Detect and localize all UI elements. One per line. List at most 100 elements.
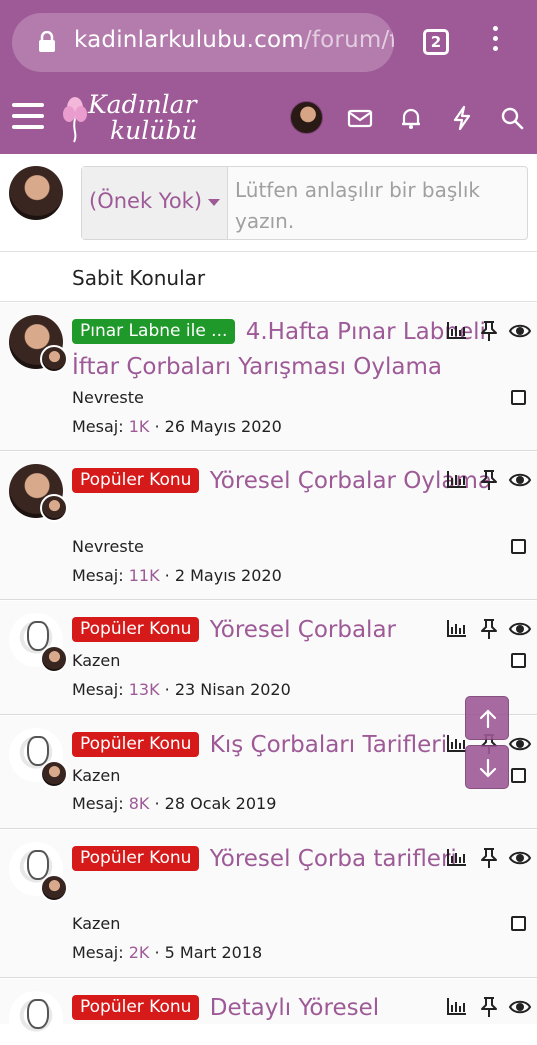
thread-meta: Mesaj: 2K · 5 Mart 2018 xyxy=(72,943,263,962)
mail-icon[interactable] xyxy=(347,105,373,131)
eye-icon xyxy=(508,1000,532,1014)
thread-title-text[interactable]: Kış Çorbaları Tarifleri xyxy=(210,732,447,758)
logo-text-line1: Kadınlar xyxy=(88,90,197,119)
scroll-top-button[interactable] xyxy=(465,696,509,740)
menu-icon[interactable] xyxy=(12,103,44,133)
thread-author[interactable]: Kazen xyxy=(72,914,120,933)
meta-label: Mesaj: xyxy=(72,943,124,962)
thread-meta: Mesaj: 13K · 23 Nisan 2020 xyxy=(72,680,291,699)
chevron-down-icon xyxy=(208,199,220,206)
meta-label: Mesaj: xyxy=(72,566,124,585)
sticky-threads-label: Sabit Konular xyxy=(72,266,206,290)
thread-prefix-badge[interactable]: Popüler Konu xyxy=(72,468,200,493)
thread-date[interactable]: 2 Mayıs 2020 xyxy=(175,566,282,585)
thread-meta: Mesaj: 8K · 28 Ocak 2019 xyxy=(72,794,277,813)
prefix-select-label: (Önek Yok) xyxy=(89,189,203,213)
thread-status-icons xyxy=(446,847,532,869)
thread-row[interactable]: Popüler Konu Kış Çorbaları Tarifleri Kaz… xyxy=(0,716,537,829)
thread-date[interactable]: 23 Nisan 2020 xyxy=(175,680,291,699)
reply-count: 8K xyxy=(128,794,150,813)
logo-flower-icon xyxy=(63,97,87,143)
select-checkbox[interactable] xyxy=(511,653,526,668)
thread-row[interactable]: Popüler Konu Yöresel Çorba tarifleri Kaz… xyxy=(0,830,537,978)
thread-prefix-badge[interactable]: Popüler Konu xyxy=(72,995,200,1020)
last-poster-avatar[interactable] xyxy=(40,494,68,522)
prefix-select[interactable]: (Önek Yok) xyxy=(82,167,228,239)
meta-label: Mesaj: xyxy=(72,794,124,813)
thread-author[interactable]: Kazen xyxy=(72,651,120,670)
last-poster-avatar[interactable] xyxy=(40,760,68,788)
tab-switcher-button[interactable]: 2 xyxy=(423,29,449,55)
last-poster-avatar[interactable] xyxy=(40,874,68,902)
last-poster-avatar[interactable] xyxy=(40,645,68,673)
thread-row[interactable]: Popüler Konu Yöresel Çorbalar Kazen Mesa… xyxy=(0,601,537,715)
thread-date[interactable]: 28 Ocak 2019 xyxy=(165,794,277,813)
url-host: kadinlarkulubu.com xyxy=(74,27,304,53)
sticky-threads-header: Sabit Konular xyxy=(0,252,537,302)
chart-icon xyxy=(447,998,466,1015)
eye-icon xyxy=(508,851,532,865)
eye-icon xyxy=(508,737,532,751)
thread-date[interactable]: 5 Mart 2018 xyxy=(165,943,263,962)
thread-status-icons xyxy=(446,618,532,640)
thread-title-text[interactable]: Detaylı Yöresel xyxy=(210,995,379,1021)
meta-label: Mesaj: xyxy=(72,680,124,699)
thread-date[interactable]: 26 Mayıs 2020 xyxy=(165,417,282,436)
eye-icon xyxy=(508,324,532,338)
bell-icon[interactable] xyxy=(398,105,424,131)
lightning-icon[interactable] xyxy=(449,105,475,131)
thread-title-input[interactable]: Lütfen anlaşılır bir başlık yazın. xyxy=(235,175,520,237)
lock-icon xyxy=(39,31,55,52)
thread-author[interactable]: Nevreste xyxy=(72,388,144,407)
thread-author[interactable]: Nevreste xyxy=(72,537,144,556)
thread-status-icons xyxy=(446,996,532,1018)
search-icon[interactable] xyxy=(499,105,525,131)
user-avatar[interactable] xyxy=(290,101,323,134)
thread-row[interactable]: Pınar Labne ile ... 4.Hafta Pınar Labnel… xyxy=(0,303,537,451)
pin-icon xyxy=(481,619,497,639)
thread-author[interactable]: Kazen xyxy=(72,766,120,785)
eye-icon xyxy=(508,622,532,636)
pin-icon xyxy=(481,997,497,1017)
meta-label: Mesaj: xyxy=(72,417,124,436)
chart-icon xyxy=(447,620,466,637)
thread-status-icons xyxy=(446,469,532,491)
pin-icon xyxy=(481,321,497,341)
site-logo[interactable]: Kadınlar kulübü xyxy=(60,90,210,150)
avatar xyxy=(9,166,63,220)
arrow-down-icon xyxy=(479,758,497,778)
thread-starter-avatar[interactable] xyxy=(9,991,63,1045)
select-checkbox[interactable] xyxy=(511,539,526,554)
thread-title-box: (Önek Yok) Lütfen anlaşılır bir başlık y… xyxy=(81,166,528,240)
new-thread-composer: (Önek Yok) Lütfen anlaşılır bir başlık y… xyxy=(0,154,537,252)
thread-prefix-badge[interactable]: Popüler Konu xyxy=(72,732,200,757)
chart-icon xyxy=(447,471,466,488)
thread-meta: Mesaj: 1K · 26 Mayıs 2020 xyxy=(72,417,282,436)
tab-count: 2 xyxy=(430,33,442,51)
scroll-bottom-button[interactable] xyxy=(465,745,509,789)
thread-row[interactable]: Popüler Konu Yöresel Çorbalar Oylama Nev… xyxy=(0,452,537,600)
last-poster-avatar[interactable] xyxy=(40,345,68,373)
browser-toolbar: kadinlarkulubu.com/forum/fo 2 xyxy=(0,0,537,86)
thread-title-text[interactable]: Yöresel Çorba tarifleri xyxy=(210,846,457,872)
pin-icon xyxy=(481,848,497,868)
thread-row[interactable]: Popüler Konu Detaylı Yöresel xyxy=(0,979,537,1045)
reply-count: 13K xyxy=(128,680,160,699)
chart-icon xyxy=(447,322,466,339)
url-text: kadinlarkulubu.com/forum/fo xyxy=(74,27,394,53)
thread-prefix-badge[interactable]: Pınar Labne ile ... xyxy=(72,319,236,344)
reply-count: 2K xyxy=(128,943,150,962)
thread-status-icons xyxy=(446,320,532,342)
logo-text-line2: kulübü xyxy=(110,116,198,145)
select-checkbox[interactable] xyxy=(511,768,526,783)
thread-title-text[interactable]: Yöresel Çorbalar xyxy=(210,617,396,643)
eye-icon xyxy=(508,473,532,487)
address-bar[interactable]: kadinlarkulubu.com/forum/fo xyxy=(12,13,394,72)
thread-prefix-badge[interactable]: Popüler Konu xyxy=(72,846,200,871)
more-options-icon[interactable] xyxy=(487,26,503,60)
select-checkbox[interactable] xyxy=(511,916,526,931)
select-checkbox[interactable] xyxy=(511,390,526,405)
arrow-up-icon xyxy=(479,709,497,729)
thread-prefix-badge[interactable]: Popüler Konu xyxy=(72,617,200,642)
reply-count: 1K xyxy=(128,417,150,436)
